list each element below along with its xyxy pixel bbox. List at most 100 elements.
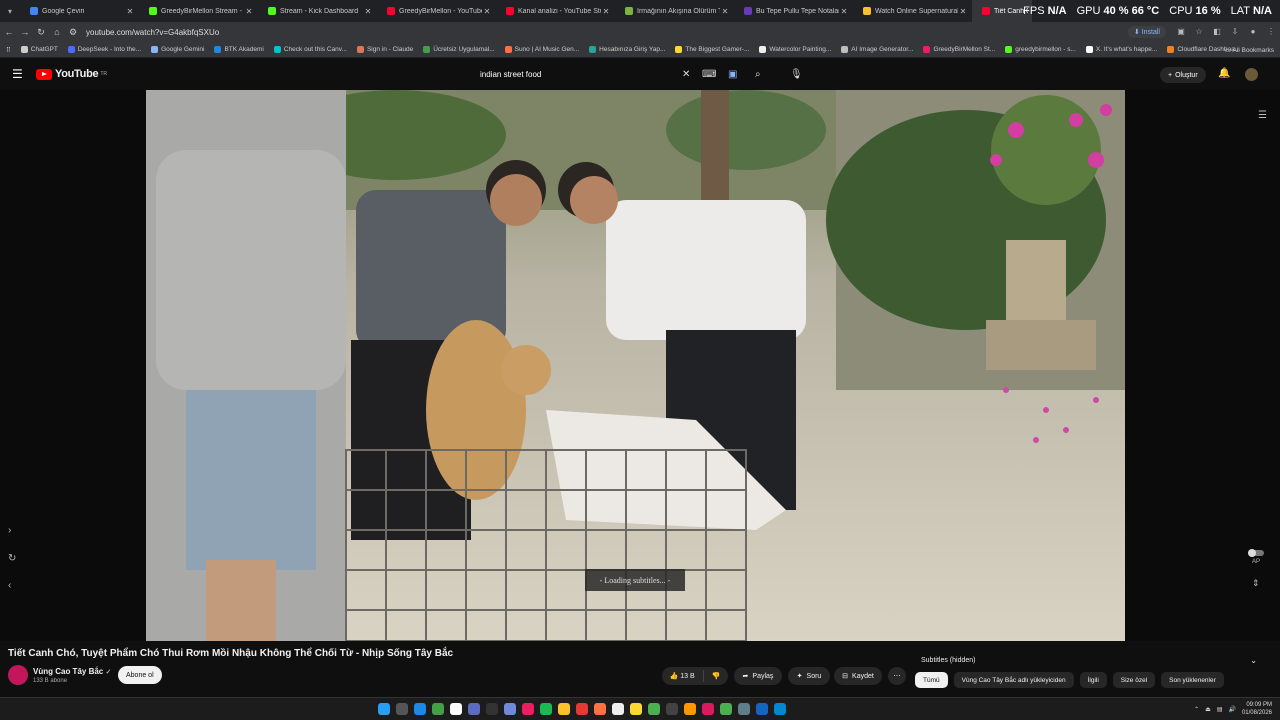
tray-chevron-icon[interactable]: ⌃: [1194, 706, 1199, 713]
terminal-icon[interactable]: [450, 703, 462, 715]
guide-menu-icon[interactable]: ☰: [12, 67, 24, 81]
home-icon[interactable]: ⌂: [50, 27, 64, 37]
bookmark-item[interactable]: Check out this Canv...: [273, 46, 347, 53]
clock[interactable]: 09:09 PM 01/08/2026: [1242, 701, 1272, 717]
bookmark-item[interactable]: Sign in - Claude: [356, 46, 413, 53]
bookmark-item[interactable]: DeepSeek - Into the...: [67, 46, 141, 53]
browser-tab[interactable]: Stream - Kick Dashboard ✕: [258, 0, 377, 22]
app3-icon[interactable]: [774, 703, 786, 715]
search-icon[interactable]: ⌕: [755, 69, 761, 80]
voice-search-icon[interactable]: 🎙: [790, 69, 803, 80]
browser-tab[interactable]: Watch Online Supernatural Sea✕: [853, 0, 972, 22]
profile-icon[interactable]: ●: [1248, 27, 1258, 37]
subscribe-button[interactable]: Abone ol: [118, 666, 162, 684]
tab-close-icon[interactable]: ✕: [839, 7, 849, 16]
reload-icon[interactable]: ↻: [34, 27, 48, 38]
monitor-icon[interactable]: [666, 703, 678, 715]
opera-gx-icon[interactable]: [576, 703, 588, 715]
site-info-icon[interactable]: ⚙: [66, 27, 80, 38]
expand-icon[interactable]: ⇕: [1252, 578, 1260, 589]
edge-icon[interactable]: [414, 703, 426, 715]
document-icon[interactable]: [612, 703, 624, 715]
channel-name[interactable]: Vùng Cao Tây Bắc: [33, 667, 103, 676]
usb-icon[interactable]: ⏏: [1205, 706, 1211, 713]
volume-icon[interactable]: 🔊: [1228, 706, 1235, 713]
bookmark-item[interactable]: Watercolor Painting...: [759, 46, 831, 53]
chevron-down-icon[interactable]: ⌄: [1250, 656, 1257, 665]
network-icon[interactable]: ▤: [1217, 706, 1223, 713]
bookmark-item[interactable]: greedybirmellon - s...: [1005, 46, 1076, 53]
clear-search-icon[interactable]: ✕: [682, 69, 690, 80]
filter-chip[interactable]: Tümü: [915, 672, 948, 688]
bookmark-item[interactable]: BTK Akademi: [214, 46, 264, 53]
tab-close-icon[interactable]: ✕: [244, 7, 254, 16]
steam-icon[interactable]: [756, 703, 768, 715]
tab-close-icon[interactable]: ✕: [125, 7, 135, 16]
app2-icon[interactable]: [684, 703, 696, 715]
filter-chip[interactable]: Vùng Cao Tây Bắc adlı yükleyiciden: [953, 672, 1074, 688]
filter-chip[interactable]: Size özel: [1112, 672, 1156, 688]
tab-search-icon[interactable]: ▾: [0, 0, 20, 22]
tab-close-icon[interactable]: ✕: [958, 7, 968, 16]
chrome-active-icon[interactable]: [720, 703, 732, 715]
create-button[interactable]: + Oluştur: [1160, 67, 1206, 83]
bookmark-item[interactable]: AI Image Generator...: [841, 46, 913, 53]
youtube-logo[interactable]: YouTube TR: [36, 68, 107, 80]
mail-icon[interactable]: [468, 703, 480, 715]
tab-close-icon[interactable]: ✕: [363, 7, 373, 16]
share-button[interactable]: ➦ Paylaş: [734, 667, 782, 685]
tab-close-icon[interactable]: ✕: [720, 7, 730, 16]
autoplay-toggle[interactable]: AP: [1248, 549, 1264, 565]
downloads-icon[interactable]: ⇩: [1230, 27, 1240, 37]
search-input[interactable]: [478, 68, 678, 80]
extensions-icon[interactable]: ◧: [1212, 27, 1222, 37]
tab-close-icon[interactable]: ✕: [601, 7, 611, 16]
refresh-icon[interactable]: ↻: [8, 553, 16, 564]
install-button[interactable]: ⬇ Install: [1127, 26, 1166, 38]
obs-icon[interactable]: [486, 703, 498, 715]
filter-chip[interactable]: Son yüklenenler: [1161, 672, 1224, 688]
bookmark-item[interactable]: X. It's what's happe...: [1085, 46, 1157, 53]
browser-tab[interactable]: Kanal analizi - YouTube Studio✕: [496, 0, 615, 22]
ask-button[interactable]: ✦ Soru: [788, 667, 830, 685]
keyboard-icon[interactable]: ⌨: [702, 69, 716, 80]
browser-tab[interactable]: GreedyBirMellon Stream - Watc✕: [139, 0, 258, 22]
settings-icon[interactable]: [738, 703, 750, 715]
bookmark-item[interactable]: Suno | AI Music Gen...: [504, 46, 579, 53]
forward-icon[interactable]: →: [18, 27, 32, 37]
bookmark-item[interactable]: Google Gemini: [151, 46, 204, 53]
browser-tab[interactable]: Bu Tepe Pullu Tepe Notaları | Fl✕: [734, 0, 853, 22]
channel-info[interactable]: Vùng Cao Tây Bắc ✓ 133 B abone: [8, 665, 111, 685]
video-frame[interactable]: [146, 90, 1125, 641]
save-button[interactable]: ⊟ Kaydet: [834, 667, 882, 685]
chat-panel-icon[interactable]: ☰: [1258, 110, 1267, 121]
url-field[interactable]: youtube.com/watch?v=G4akbfqSXUo: [86, 28, 1128, 37]
bookmark-item[interactable]: ChatGPT: [20, 46, 58, 53]
more-actions-button[interactable]: ⋯: [888, 667, 906, 685]
chrome-icon[interactable]: [648, 703, 660, 715]
prev-arrow-icon[interactable]: ‹: [8, 580, 11, 591]
start-icon[interactable]: [378, 703, 390, 715]
bookmark-item[interactable]: The Biggest Gamer-...: [675, 46, 749, 53]
browser-tab[interactable]: Irmağının Akışına Ölürüm Türkü✕: [615, 0, 734, 22]
menu-icon[interactable]: ⋮: [1266, 27, 1276, 37]
filter-chip[interactable]: İlgili: [1079, 672, 1107, 688]
folder-icon[interactable]: [630, 703, 642, 715]
browser-tab[interactable]: GreedyBirMellon - YouTube ✕: [377, 0, 496, 22]
like-button[interactable]: 👍 13 B: [670, 672, 695, 680]
bookmark-item[interactable]: GreedyBirMellon St...: [923, 46, 995, 53]
app-icon[interactable]: [594, 703, 606, 715]
bookmark-item[interactable]: Ücretsiz Uygulamal...: [423, 46, 495, 53]
spotify-icon[interactable]: [540, 703, 552, 715]
subtitles-panel-header[interactable]: Subtitles (hidden) ⌄: [915, 653, 1265, 667]
tab-close-icon[interactable]: ✕: [482, 7, 492, 16]
back-icon[interactable]: ←: [2, 27, 16, 37]
apps-icon[interactable]: ⠿: [6, 46, 11, 54]
dislike-button[interactable]: 👎: [712, 672, 721, 680]
browser-tab[interactable]: Google Çeviri ✕: [20, 0, 139, 22]
channel-avatar[interactable]: [8, 665, 28, 685]
all-bookmarks[interactable]: ▭ All Bookmarks: [1225, 46, 1274, 54]
extension-icon[interactable]: ▣: [728, 69, 737, 80]
task-view-icon[interactable]: [396, 703, 408, 715]
bookmark-item[interactable]: Hesabınıza Giriş Yap...: [589, 46, 665, 53]
